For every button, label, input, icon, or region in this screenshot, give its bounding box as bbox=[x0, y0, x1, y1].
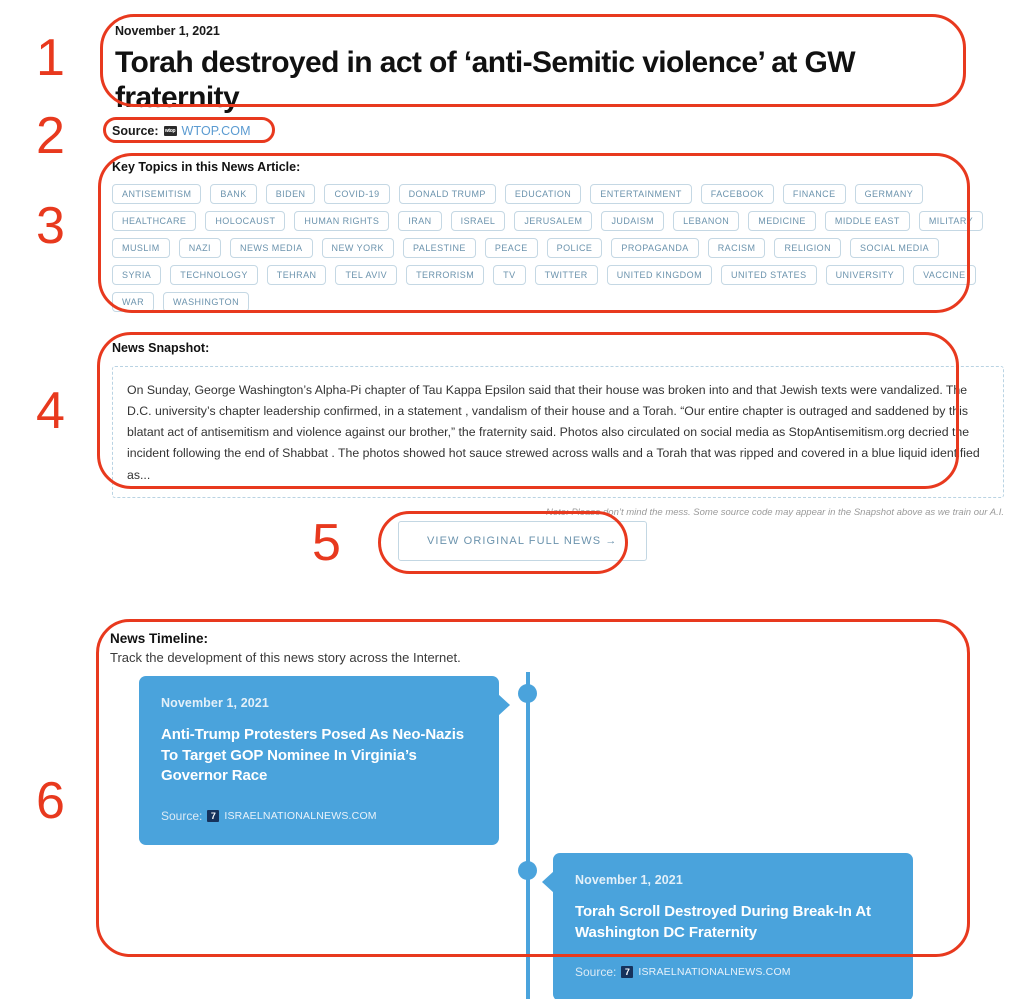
topic-tag[interactable]: MEDICINE bbox=[748, 211, 816, 231]
topic-tag[interactable]: GERMANY bbox=[854, 184, 924, 204]
topic-tag[interactable]: WAR bbox=[112, 292, 155, 312]
topic-tag[interactable]: HOLOCAUST bbox=[205, 211, 286, 231]
view-original-wrapper: VIEW ORIGINAL FULL NEWS → bbox=[398, 521, 647, 561]
topic-tag[interactable]: LEBANON bbox=[673, 211, 740, 231]
topic-tag[interactable]: JERUSALEM bbox=[514, 211, 593, 231]
timeline-axis bbox=[526, 672, 530, 999]
timeline-card-1-title: Anti-Trump Protesters Posed As Neo-Nazis… bbox=[161, 726, 465, 785]
timeline-card-2-notch-icon bbox=[542, 871, 554, 893]
topic-tag[interactable]: BIDEN bbox=[265, 184, 316, 204]
topic-tag[interactable]: MILITARY bbox=[918, 211, 984, 231]
view-original-full-news-button[interactable]: VIEW ORIGINAL FULL NEWS → bbox=[398, 521, 647, 561]
topic-tag[interactable]: PALESTINE bbox=[402, 238, 476, 258]
news-snapshot-label: News Snapshot: bbox=[112, 341, 210, 355]
topic-tag[interactable]: HEALTHCARE bbox=[112, 211, 197, 231]
topic-tag[interactable]: TECHNOLOGY bbox=[170, 265, 258, 285]
timeline-card-2-source-label: Source: bbox=[575, 965, 617, 980]
annotation-number-3: 3 bbox=[36, 197, 65, 255]
wtop-favicon-icon: wtop bbox=[163, 126, 177, 136]
annotation-number-4: 4 bbox=[36, 382, 65, 440]
israelnationalnews-favicon-icon: 7 bbox=[207, 810, 220, 823]
timeline-dot-1 bbox=[518, 684, 537, 703]
source-label: Source: bbox=[112, 124, 159, 138]
news-timeline-header: News Timeline: Track the development of … bbox=[110, 631, 461, 665]
topic-tag[interactable]: MUSLIM bbox=[112, 238, 170, 258]
topic-tag[interactable]: UNITED STATES bbox=[721, 265, 817, 285]
topic-tag[interactable]: NEW YORK bbox=[321, 238, 394, 258]
topic-tag[interactable]: UNITED KINGDOM bbox=[606, 265, 713, 285]
topic-tag[interactable]: HUMAN RIGHTS bbox=[294, 211, 390, 231]
topic-tag[interactable]: UNIVERSITY bbox=[825, 265, 905, 285]
timeline-card-2[interactable]: November 1, 2021 Torah Scroll Destroyed … bbox=[542, 853, 913, 999]
topic-tag[interactable]: ANTISEMITISM bbox=[112, 184, 202, 204]
topic-tag[interactable]: FACEBOOK bbox=[700, 184, 774, 204]
topic-tag[interactable]: SOCIAL MEDIA bbox=[850, 238, 940, 258]
annotation-number-1: 1 bbox=[36, 29, 65, 87]
topic-tag[interactable]: NEWS MEDIA bbox=[230, 238, 313, 258]
topic-tag[interactable]: IRAN bbox=[398, 211, 442, 231]
topic-tag[interactable]: PROPAGANDA bbox=[611, 238, 699, 258]
topic-tag[interactable]: WASHINGTON bbox=[163, 292, 250, 312]
topic-tag[interactable]: RACISM bbox=[707, 238, 766, 258]
topic-tag[interactable]: VACCINE bbox=[913, 265, 976, 285]
news-timeline-title: News Timeline: bbox=[110, 631, 209, 646]
topic-tag[interactable]: POLICE bbox=[546, 238, 603, 258]
timeline-card-1[interactable]: November 1, 2021 Anti-Trump Protesters P… bbox=[139, 676, 510, 846]
annotation-number-2: 2 bbox=[36, 107, 65, 165]
source-link[interactable]: WTOP.COM bbox=[182, 124, 251, 138]
timeline-card-2-title: Torah Scroll Destroyed During Break-In A… bbox=[575, 903, 871, 941]
article-header: November 1, 2021 Torah destroyed in act … bbox=[115, 24, 905, 116]
news-snapshot-note: Note: Please don’t mind the mess. Some s… bbox=[545, 506, 1004, 518]
timeline-card-1-notch-icon bbox=[498, 694, 510, 716]
timeline-card-1-source: Source: 7 ISRAELNATIONALNEWS.COM bbox=[161, 809, 477, 823]
topic-tag[interactable]: TERRORISM bbox=[406, 265, 485, 285]
topic-tag[interactable]: TWITTER bbox=[534, 265, 598, 285]
source-line: Source: wtop WTOP.COM bbox=[112, 124, 251, 138]
topic-tag[interactable]: MIDDLE EAST bbox=[824, 211, 910, 231]
topic-tag[interactable]: TV bbox=[493, 265, 526, 285]
topic-tag[interactable]: PEACE bbox=[484, 238, 538, 258]
news-snapshot-section: News Snapshot: On Sunday, George Washing… bbox=[112, 341, 1004, 518]
key-topics-label: Key Topics in this News Article: bbox=[112, 160, 301, 174]
topic-tag[interactable]: COVID-19 bbox=[324, 184, 390, 204]
article-date: November 1, 2021 bbox=[115, 24, 220, 38]
news-snapshot-text: On Sunday, George Washington’s Alpha-Pi … bbox=[127, 383, 980, 482]
timeline-card-1-source-name[interactable]: ISRAELNATIONALNEWS.COM bbox=[224, 810, 376, 822]
timeline-dot-2 bbox=[518, 861, 537, 880]
topic-tag[interactable]: RELIGION bbox=[774, 238, 842, 258]
topic-tag[interactable]: DONALD TRUMP bbox=[398, 184, 496, 204]
topic-tag-list: ANTISEMITISM BANK BIDEN COVID-19 DONALD TRUM… bbox=[112, 184, 984, 312]
timeline-card-2-source-name[interactable]: ISRAELNATIONALNEWS.COM bbox=[638, 966, 790, 978]
topic-tag[interactable]: EDUCATION bbox=[504, 184, 582, 204]
news-article-page: November 1, 2021 Torah destroyed in act … bbox=[0, 0, 1024, 999]
timeline-card-2-source: Source: 7 ISRAELNATIONALNEWS.COM bbox=[575, 965, 891, 979]
topic-tag[interactable]: JUDAISM bbox=[601, 211, 665, 231]
timeline-card-2-date: November 1, 2021 bbox=[575, 873, 683, 887]
timeline-card-1-date: November 1, 2021 bbox=[161, 696, 269, 710]
topic-tag[interactable]: SYRIA bbox=[112, 265, 162, 285]
topic-tag[interactable]: TEL AVIV bbox=[335, 265, 398, 285]
page-title: Torah destroyed in act of ‘anti-Semitic … bbox=[115, 46, 856, 115]
topic-tag[interactable]: ENTERTAINMENT bbox=[590, 184, 692, 204]
timeline-card-1-source-label: Source: bbox=[161, 809, 203, 824]
annotation-number-6: 6 bbox=[36, 772, 65, 830]
topic-tag[interactable]: TEHRAN bbox=[266, 265, 327, 285]
topic-tag[interactable]: BANK bbox=[210, 184, 257, 204]
news-timeline-subtitle: Track the development of this news story… bbox=[110, 650, 461, 665]
topic-tag[interactable]: NAZI bbox=[178, 238, 222, 258]
topic-tag[interactable]: FINANCE bbox=[782, 184, 846, 204]
key-topics-section: Key Topics in this News Article: ANTISEM… bbox=[112, 160, 984, 312]
annotation-number-5: 5 bbox=[312, 514, 341, 572]
news-snapshot-box: On Sunday, George Washington’s Alpha-Pi … bbox=[112, 366, 1004, 498]
israelnationalnews-favicon-icon: 7 bbox=[621, 966, 634, 979]
topic-tag[interactable]: ISRAEL bbox=[450, 211, 506, 231]
article-source: Source: wtop WTOP.COM bbox=[112, 124, 251, 138]
